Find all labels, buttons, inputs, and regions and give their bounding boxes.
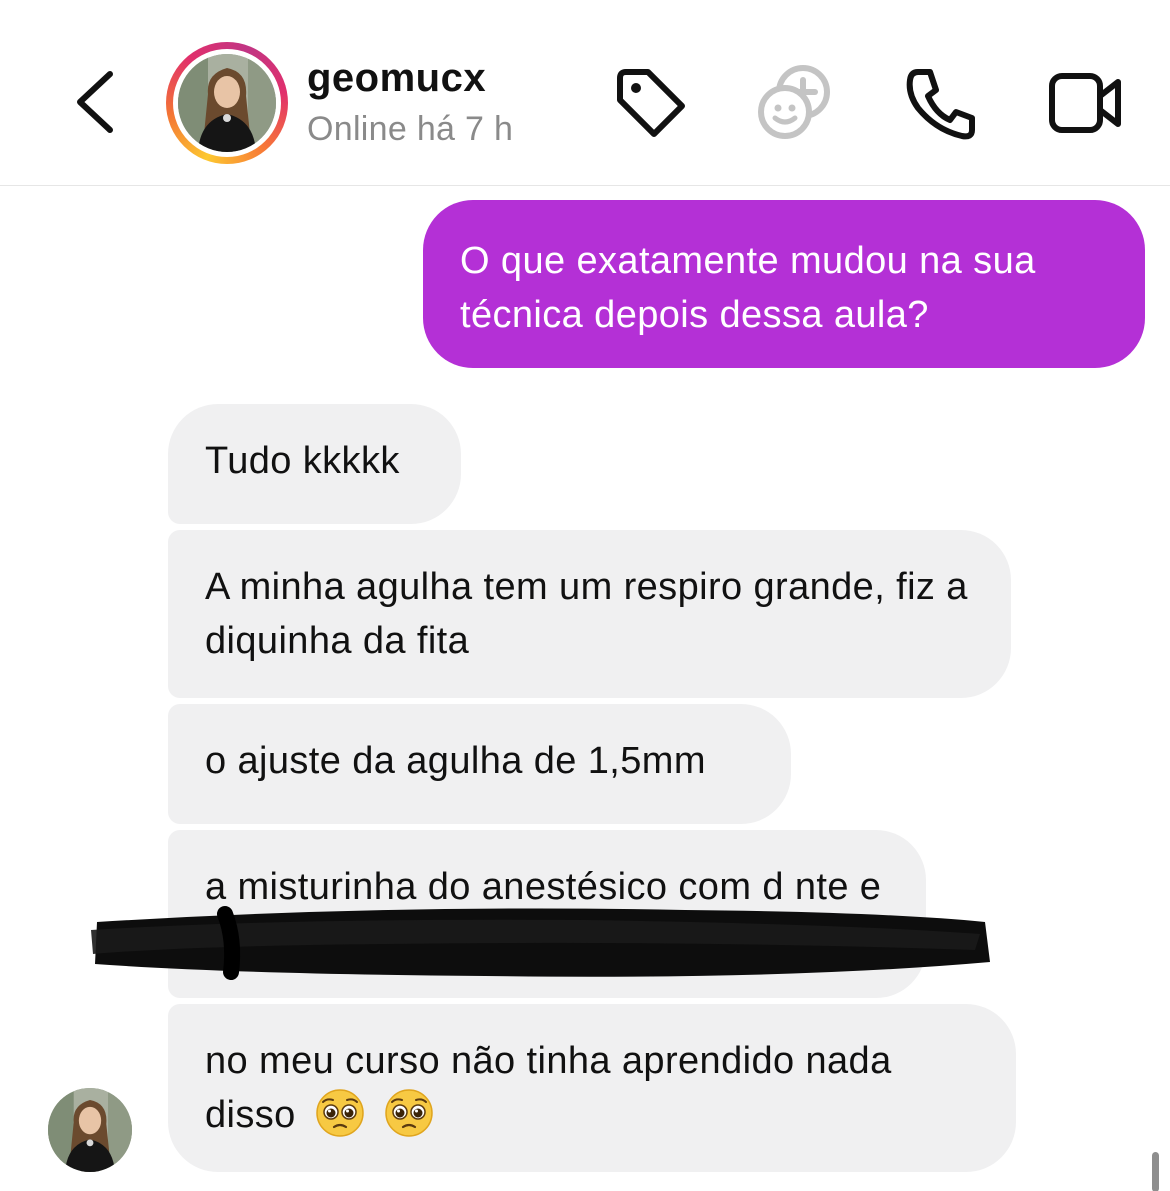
- incoming-message[interactable]: A minha agulha tem um respiro grande, fi…: [168, 530, 1011, 698]
- video-camera-icon: [1049, 73, 1121, 133]
- message-text: no meu curso não tinha aprendido nada di…: [205, 1040, 892, 1136]
- video-call-button[interactable]: [1044, 64, 1124, 144]
- message-text: O que exatamente mudou na sua técnica de…: [460, 240, 1036, 336]
- redaction-scribble: [91, 906, 990, 980]
- chat-username[interactable]: geomucx: [307, 56, 486, 101]
- incoming-message[interactable]: Tudo kkkkk: [168, 404, 461, 524]
- pleading-face-emoji: [315, 1089, 364, 1137]
- avatar-photo: [178, 54, 276, 152]
- message-text: A minha agulha tem um respiro grande, fi…: [205, 566, 968, 662]
- scrollbar[interactable]: [1152, 1152, 1159, 1191]
- phone-icon: [906, 69, 975, 140]
- back-button[interactable]: [62, 62, 132, 142]
- add-people-button[interactable]: [755, 62, 835, 142]
- online-status: Online há 7 h: [307, 110, 514, 148]
- tag-button[interactable]: [610, 64, 690, 144]
- sender-avatar[interactable]: [48, 1088, 132, 1172]
- chat-header: geomucx Online há 7 h: [0, 0, 1170, 186]
- outgoing-message[interactable]: O que exatamente mudou na sua técnica de…: [423, 200, 1145, 368]
- message-text: o ajuste da agulha de 1,5mm: [205, 740, 706, 782]
- incoming-message[interactable]: o ajuste da agulha de 1,5mm: [168, 704, 791, 824]
- pleading-face-emoji: [384, 1089, 433, 1137]
- chat-screen: geomucx Online há 7 h O que exatamente m…: [0, 0, 1170, 1191]
- tag-icon: [617, 69, 685, 137]
- incoming-message[interactable]: no meu curso não tinha aprendido nada di…: [168, 1004, 1016, 1172]
- call-button[interactable]: [900, 64, 980, 144]
- message-text: Tudo kkkkk: [205, 440, 400, 482]
- add-people-icon: [758, 65, 830, 139]
- profile-avatar[interactable]: [166, 42, 288, 164]
- chevron-left-icon: [77, 71, 113, 133]
